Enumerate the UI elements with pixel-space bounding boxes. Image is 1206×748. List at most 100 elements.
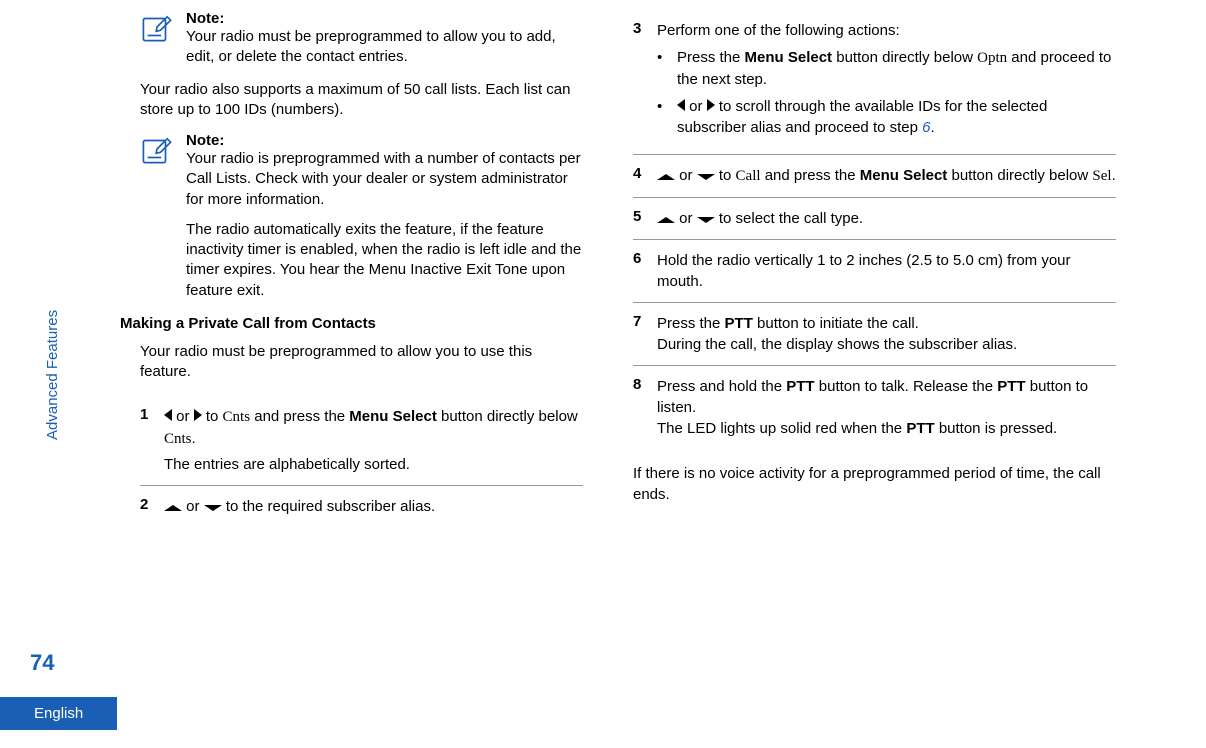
paragraph: Your radio also supports a maximum of 50… — [140, 80, 583, 121]
note-block-1: Note: Your radio must be preprogrammed t… — [140, 10, 583, 68]
note-content: Note: Your radio must be preprogrammed t… — [186, 10, 583, 68]
text: button directly below — [437, 408, 578, 425]
bullet-text: Press the Menu Select button directly be… — [677, 47, 1116, 90]
text: . — [1112, 167, 1116, 184]
language-tab: English — [0, 697, 117, 730]
text: to the required subscriber alias. — [222, 498, 435, 515]
step-body: or to the required subscriber alias. — [164, 496, 583, 517]
note-icon-wrap — [140, 10, 186, 68]
menu-ref: Cnts — [223, 409, 251, 425]
section-heading: Making a Private Call from Contacts — [120, 315, 583, 332]
step-body: Perform one of the following actions: • … — [657, 20, 1116, 144]
text: or — [675, 210, 697, 227]
button-ref: Menu Select — [349, 408, 437, 425]
text: Perform one of the following actions: — [657, 22, 900, 39]
step-6: 6 Hold the radio vertically 1 to 2 inche… — [633, 240, 1116, 303]
button-ref: PTT — [725, 315, 753, 332]
step-number: 4 — [633, 165, 657, 187]
menu-ref: Call — [736, 168, 761, 184]
arrow-up-icon — [164, 505, 182, 511]
step-body: or to Call and press the Menu Select but… — [657, 165, 1116, 187]
text: to — [202, 408, 223, 425]
step-1: 1 or to Cnts and press the Menu Select b… — [140, 396, 583, 486]
step-body: or to select the call type. — [657, 208, 1116, 229]
text: and press the — [250, 408, 349, 425]
step-8: 8 Press and hold the PTT button to talk.… — [633, 366, 1116, 449]
text: Press the — [677, 49, 745, 66]
step-body: or to Cnts and press the Menu Select but… — [164, 406, 583, 475]
text: to select the call type. — [715, 210, 863, 227]
bullet-text: or to scroll through the available IDs f… — [677, 96, 1116, 138]
step-number: 6 — [633, 250, 657, 292]
menu-ref: Optn — [977, 50, 1007, 66]
arrow-right-icon — [194, 409, 202, 421]
bullet-list: • Press the Menu Select button directly … — [657, 47, 1116, 138]
text: . — [931, 119, 935, 136]
text: to — [715, 167, 736, 184]
step-number: 1 — [140, 406, 164, 475]
step-link[interactable]: 6 — [922, 119, 930, 136]
intro-paragraph: Your radio must be preprogrammed to allo… — [140, 342, 583, 383]
text: Press the — [657, 315, 725, 332]
step-2: 2 or to the required subscriber alias. — [140, 486, 583, 527]
step-subtext: During the call, the display shows the s… — [657, 334, 1116, 355]
section-label: Advanced Features — [44, 310, 61, 440]
arrow-down-icon — [697, 217, 715, 223]
button-ref: PTT — [997, 378, 1025, 395]
button-ref: PTT — [786, 378, 814, 395]
step-5: 5 or to select the call type. — [633, 198, 1116, 240]
text: button to initiate the call. — [753, 315, 919, 332]
menu-ref: Cnts — [164, 431, 192, 447]
bullet-dot: • — [657, 47, 677, 90]
arrow-down-icon — [204, 505, 222, 511]
text: or — [675, 167, 697, 184]
note-content: Note: Your radio is preprogrammed with a… — [186, 132, 583, 301]
step-body: Press and hold the PTT button to talk. R… — [657, 376, 1116, 439]
page-number: 74 — [30, 650, 54, 676]
text: to scroll through the available IDs for … — [677, 98, 1047, 136]
text: button to talk. Release the — [815, 378, 998, 395]
step-body: Hold the radio vertically 1 to 2 inches … — [657, 250, 1116, 292]
step-number: 7 — [633, 313, 657, 355]
note-label: Note: — [186, 10, 583, 27]
closing-paragraph: If there is no voice activity for a prep… — [633, 463, 1116, 505]
button-ref: Menu Select — [860, 167, 948, 184]
text: or — [172, 408, 194, 425]
note-icon — [140, 10, 174, 44]
arrow-down-icon — [697, 174, 715, 180]
step-subtext: The entries are alphabetically sorted. — [164, 454, 583, 475]
arrow-left-icon — [677, 99, 685, 111]
right-column: 3 Perform one of the following actions: … — [603, 10, 1136, 670]
text: button directly below — [947, 167, 1092, 184]
note-text: The radio automatically exits the featur… — [186, 220, 583, 301]
step-number: 8 — [633, 376, 657, 439]
note-icon — [140, 132, 174, 166]
bullet-item: • Press the Menu Select button directly … — [657, 47, 1116, 90]
text: button directly below — [832, 49, 977, 66]
bullet-dot: • — [657, 96, 677, 138]
menu-ref: Sel — [1092, 168, 1111, 184]
arrow-left-icon — [164, 409, 172, 421]
step-body: Press the PTT button to initiate the cal… — [657, 313, 1116, 355]
note-label: Note: — [186, 132, 583, 149]
note-text: Your radio is preprogrammed with a numbe… — [186, 149, 583, 210]
left-column: Note: Your radio must be preprogrammed t… — [70, 10, 603, 670]
step-number: 5 — [633, 208, 657, 229]
text: The LED lights up solid red when the — [657, 420, 906, 437]
arrow-right-icon — [707, 99, 715, 111]
text: . — [192, 430, 196, 447]
step-number: 2 — [140, 496, 164, 517]
arrow-up-icon — [657, 217, 675, 223]
note-icon-wrap — [140, 132, 186, 301]
step-7: 7 Press the PTT button to initiate the c… — [633, 303, 1116, 366]
step-number: 3 — [633, 20, 657, 144]
bullet-item: • or to scroll through the available IDs… — [657, 96, 1116, 138]
step-3: 3 Perform one of the following actions: … — [633, 10, 1116, 155]
page-content: Note: Your radio must be preprogrammed t… — [0, 0, 1206, 680]
text: Press and hold the — [657, 378, 786, 395]
text: or — [182, 498, 204, 515]
button-ref: PTT — [906, 420, 934, 437]
button-ref: Menu Select — [745, 49, 833, 66]
text: button is pressed. — [935, 420, 1058, 437]
arrow-up-icon — [657, 174, 675, 180]
